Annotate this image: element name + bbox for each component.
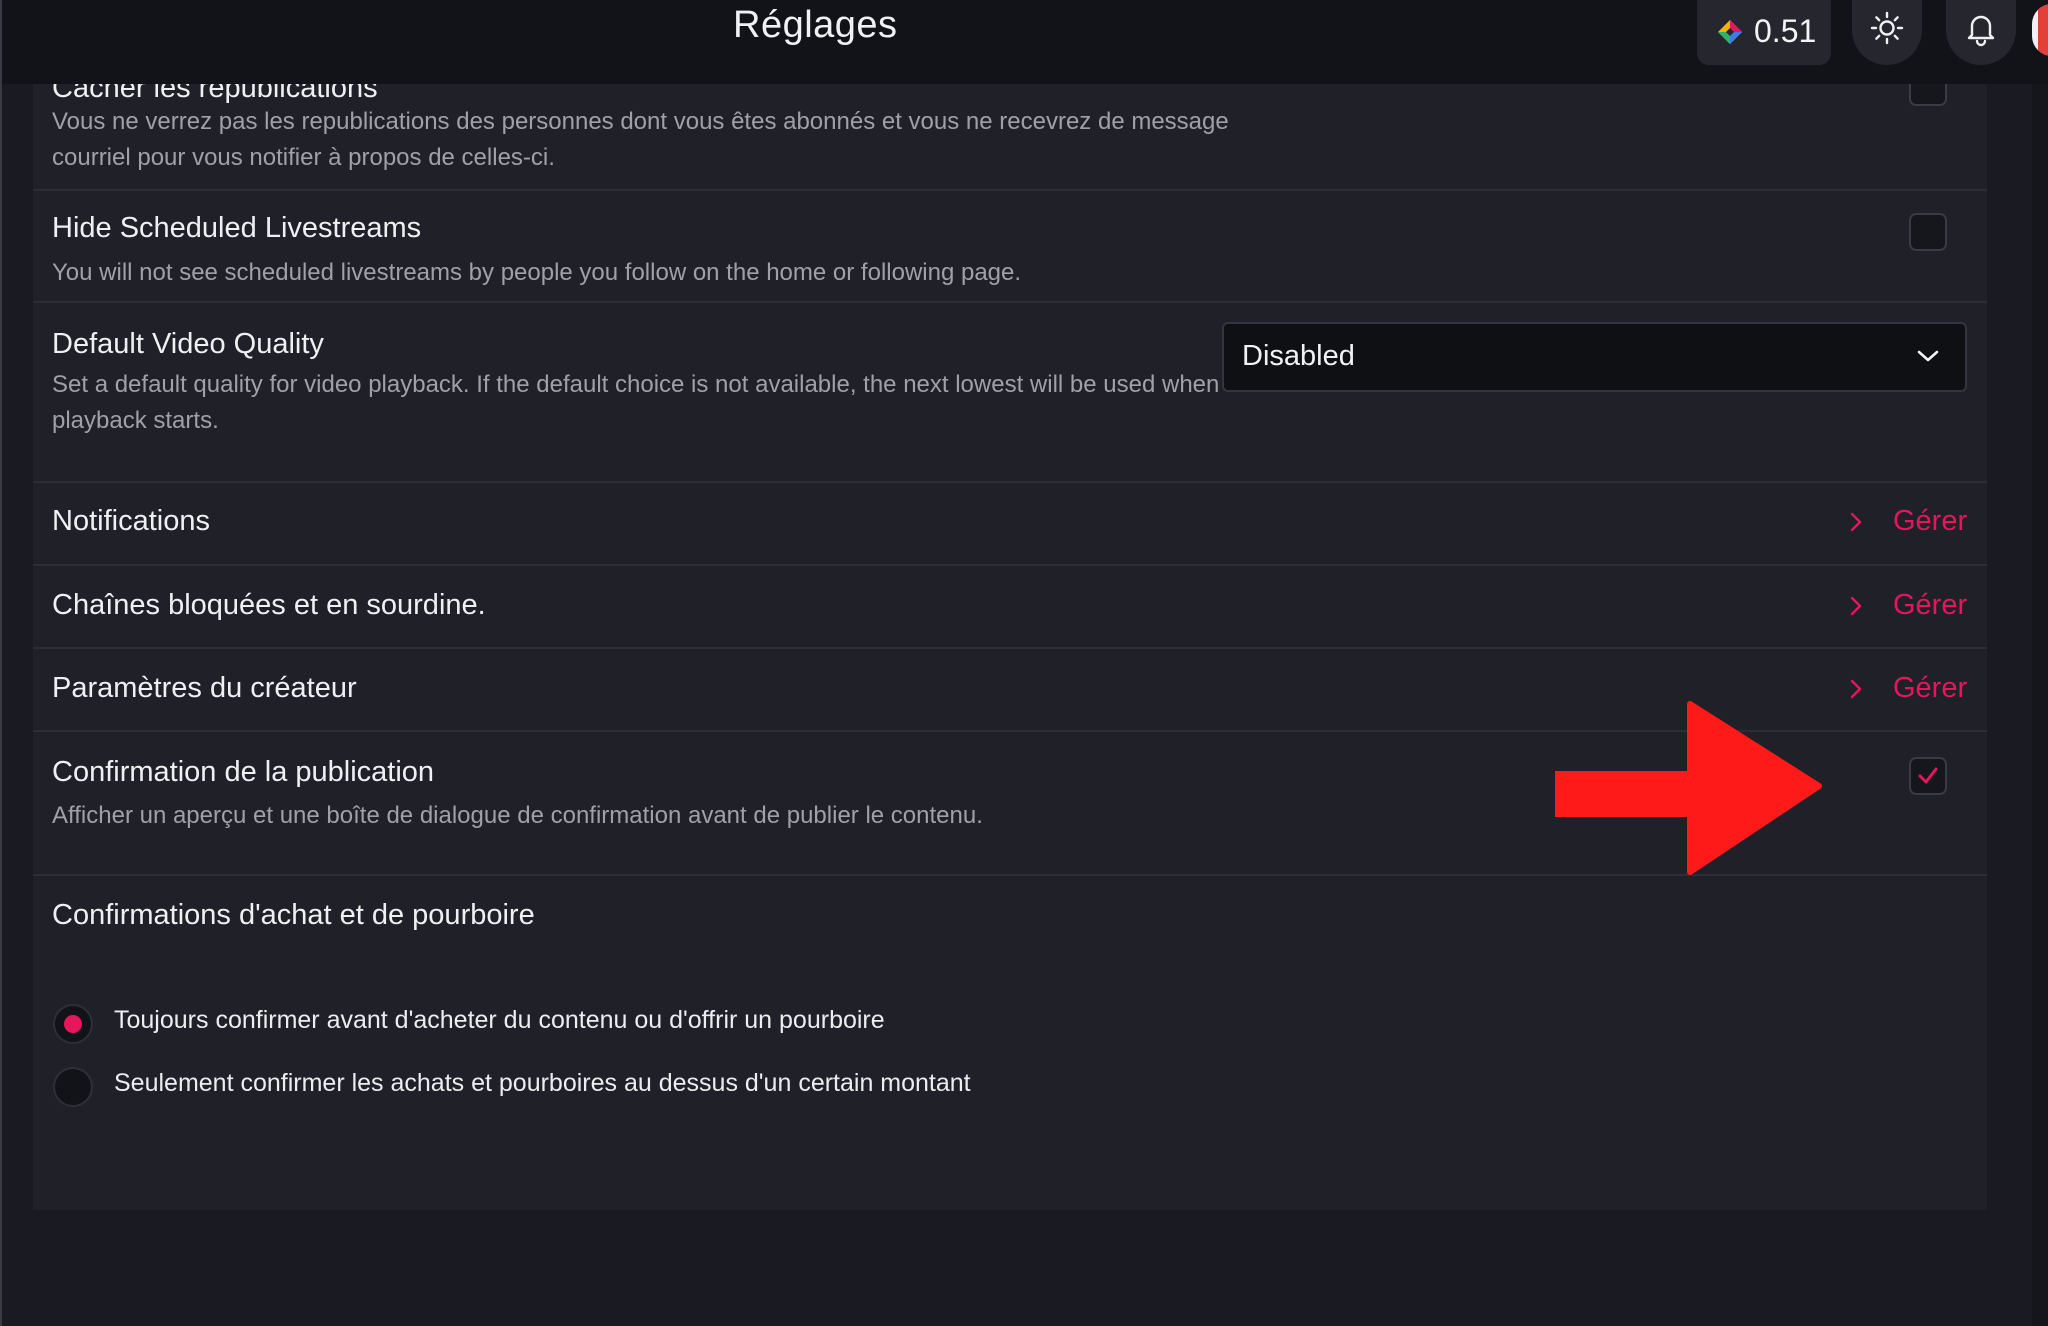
credits-icon bbox=[1718, 20, 1742, 44]
setting-title: Hide Scheduled Livestreams bbox=[52, 212, 422, 244]
sun-icon bbox=[1870, 11, 1904, 45]
setting-title: Default Video Quality bbox=[52, 328, 324, 360]
avatar[interactable] bbox=[2032, 4, 2048, 56]
setting-title: Paramètres du créateur bbox=[52, 672, 357, 704]
theme-toggle-button[interactable] bbox=[1852, 0, 1922, 65]
setting-description: Set a default quality for video playback… bbox=[52, 371, 1220, 434]
manage-label: Gérer bbox=[1893, 672, 1968, 704]
setting-description: Vous ne verrez pas les republications de… bbox=[52, 108, 1229, 171]
radio-always-confirm[interactable] bbox=[53, 1004, 93, 1044]
radio-label: Toujours confirmer avant d'acheter du co… bbox=[114, 1006, 885, 1034]
right-gutter bbox=[2032, 84, 2048, 1326]
top-header: Réglages 0.51 bbox=[0, 0, 2048, 84]
page-title: Réglages bbox=[733, 4, 898, 46]
annotation-arrow-icon bbox=[1555, 701, 1822, 875]
setting-blocked-channels: Chaînes bloquées et en sourdine. Gérer bbox=[33, 566, 1987, 649]
setting-title: Notifications bbox=[52, 505, 210, 537]
setting-description: You will not see scheduled livestreams b… bbox=[52, 259, 1022, 286]
bell-icon bbox=[1967, 15, 1995, 47]
setting-notifications: Notifications Gérer bbox=[33, 483, 1987, 566]
left-edge bbox=[0, 0, 2, 1326]
video-quality-select[interactable]: Disabled bbox=[1222, 322, 1967, 392]
chevron-right-icon bbox=[1850, 512, 1862, 532]
settings-page: Cacher les republications Vous ne verrez… bbox=[0, 0, 2048, 1326]
setting-description: Afficher un aperçu et une boîte de dialo… bbox=[52, 802, 983, 829]
notifications-button[interactable] bbox=[1946, 0, 2016, 65]
setting-title: Confirmations d'achat et de pourboire bbox=[52, 899, 535, 931]
chevron-right-icon bbox=[1850, 679, 1862, 699]
radio-label: Seulement confirmer les achats et pourbo… bbox=[114, 1069, 971, 1097]
radio-selected-dot bbox=[64, 1015, 82, 1033]
manage-label: Gérer bbox=[1893, 589, 1968, 621]
publish-confirmation-checkbox[interactable] bbox=[1909, 757, 1947, 795]
credits-balance: 0.51 bbox=[1754, 13, 1817, 49]
setting-hide-livestreams: Hide Scheduled Livestreams You will not … bbox=[33, 191, 1987, 303]
manage-label: Gérer bbox=[1893, 505, 1968, 537]
hide-livestreams-checkbox[interactable] bbox=[1909, 213, 1947, 251]
credits-button[interactable]: 0.51 bbox=[1697, 0, 1831, 65]
check-icon bbox=[1918, 767, 1938, 784]
setting-video-quality: Default Video Quality Set a default qual… bbox=[33, 303, 1987, 483]
chevron-right-icon bbox=[1850, 596, 1862, 616]
settings-card: Cacher les republications Vous ne verrez… bbox=[33, 68, 1987, 1210]
chevron-down-icon bbox=[1917, 350, 1939, 362]
setting-title: Chaînes bloquées et en sourdine. bbox=[52, 589, 486, 621]
setting-title: Confirmation de la publication bbox=[52, 756, 435, 788]
radio-threshold-confirm[interactable] bbox=[53, 1067, 93, 1107]
setting-purchase-confirmation: Confirmations d'achat et de pourboire To… bbox=[33, 876, 1987, 1210]
video-quality-value: Disabled bbox=[1242, 340, 1355, 372]
setting-hide-reposts: Cacher les republications Vous ne verrez… bbox=[33, 68, 1987, 191]
